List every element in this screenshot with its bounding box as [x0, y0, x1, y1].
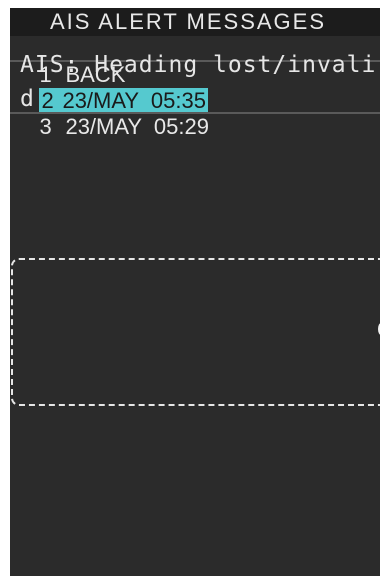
alert-message-text: AIS: Heading lost/invalid	[20, 52, 377, 112]
panel-title: AIS ALERT MESSAGES	[10, 8, 380, 36]
menu-item-label: 23/MAY 05:29	[65, 114, 209, 139]
alert-message-box	[11, 258, 380, 406]
menu-item-number: 3	[39, 114, 52, 139]
alert-messages-panel: AIS ALERT MESSAGES 1 BACK 2 23/MAY 05:35 3…	[10, 8, 380, 576]
